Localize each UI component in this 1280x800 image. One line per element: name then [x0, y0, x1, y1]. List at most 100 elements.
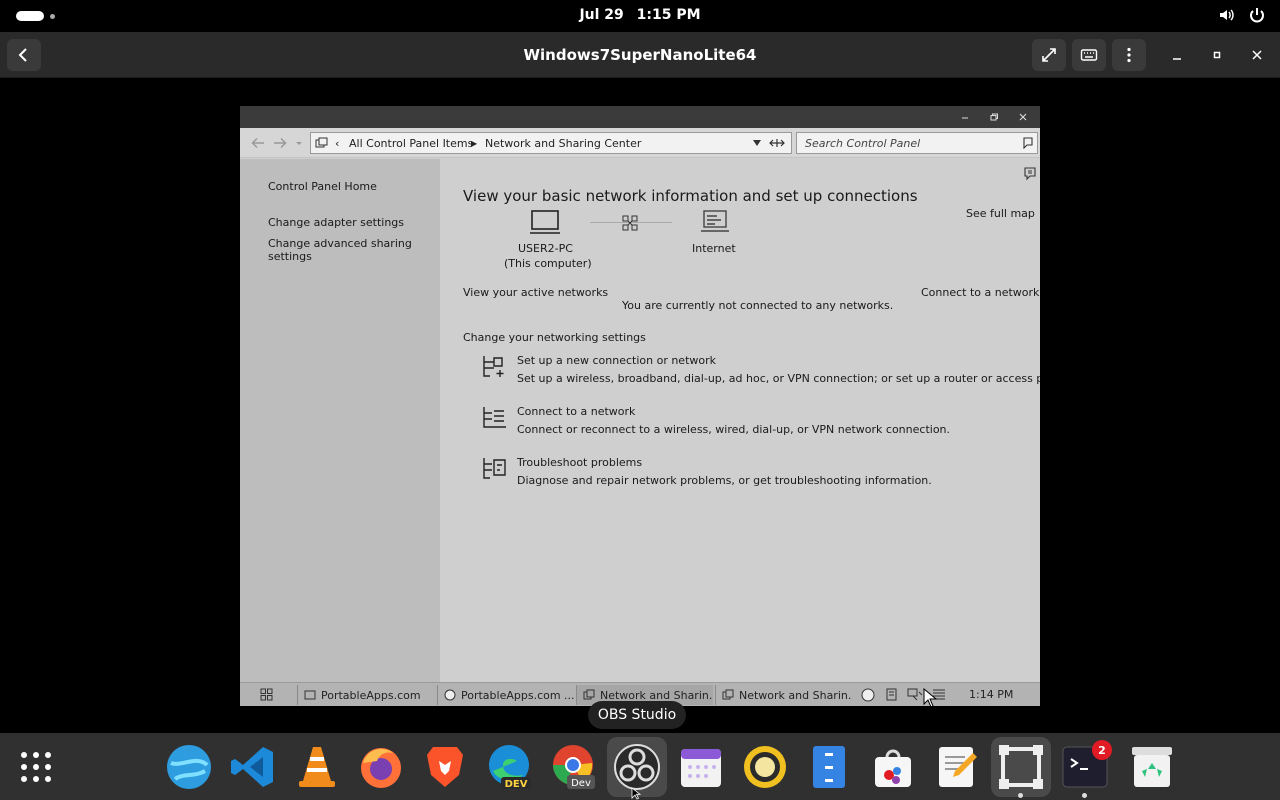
search-input[interactable]: [805, 136, 1015, 150]
control-panel-icon: [583, 689, 595, 700]
close-icon: [1019, 113, 1027, 121]
menu-button[interactable]: [1112, 39, 1146, 71]
dock-app-obs-studio[interactable]: [613, 743, 661, 791]
internet-label: Internet: [692, 242, 736, 255]
address-dropdown-icon[interactable]: [753, 140, 761, 146]
obs-icon: [614, 744, 660, 790]
keyboard-icon: [1080, 49, 1098, 61]
tray-app-icon[interactable]: [861, 688, 875, 702]
dock-app-edge-dev[interactable]: DEV: [485, 743, 533, 791]
explorer-sidebar: Control Panel Home Change adapter settin…: [240, 159, 440, 682]
taskbar-item-label: PortableApps.com ...: [461, 688, 574, 702]
breadcrumb-all-items[interactable]: All Control Panel Items: [349, 137, 473, 150]
speaker-icon: [744, 746, 786, 788]
maximize-icon: [1213, 51, 1221, 59]
vm-screen[interactable]: ‹ All Control Panel Items ▶ Network and …: [240, 106, 1040, 706]
task-setup-connection-link[interactable]: Set up a new connection or network: [517, 354, 716, 367]
dock-app-chrome-dev[interactable]: Dev: [549, 743, 597, 791]
sidebar-link-adapter-settings[interactable]: Change adapter settings: [268, 216, 404, 229]
svg-text:Dev: Dev: [571, 778, 591, 789]
search-icon[interactable]: [1021, 137, 1033, 149]
breadcrumb-network-center[interactable]: Network and Sharing Center: [485, 137, 641, 150]
computer-icon: [530, 210, 560, 234]
show-apps-button[interactable]: [12, 743, 60, 791]
top-bar: Jul 29 1:15 PM: [0, 0, 1280, 32]
fullscreen-button[interactable]: [1032, 39, 1066, 71]
taskbar-item-portableapps-2[interactable]: PortableApps.com ...: [437, 685, 574, 705]
running-indicator: [1082, 793, 1087, 798]
new-connection-icon: [483, 356, 504, 377]
calendar-icon: [681, 749, 721, 787]
keyboard-button[interactable]: [1072, 39, 1106, 71]
minimize-button[interactable]: [1167, 46, 1187, 64]
forward-arrow-icon[interactable]: [273, 137, 287, 149]
connect-to-network-link[interactable]: Connect to a network: [921, 286, 1039, 299]
window-icon: [304, 690, 316, 700]
connect-network-icon: [483, 407, 506, 428]
vm-restore-button[interactable]: [983, 109, 1005, 125]
back-arrow-icon[interactable]: [251, 137, 265, 149]
viewer-header: Windows7SuperNanoLite64: [0, 32, 1280, 78]
dock-app-boxes[interactable]: [997, 743, 1045, 791]
dock-app-vscode[interactable]: [229, 743, 277, 791]
dock-app-calendar[interactable]: [677, 743, 725, 791]
dock-app-vlc[interactable]: [293, 743, 341, 791]
vm-close-button[interactable]: [1012, 109, 1034, 125]
taskbar-item-label: PortableApps.com: [321, 688, 421, 702]
explorer-content: View your basic network information and …: [440, 159, 1040, 682]
control-panel-icon: [722, 689, 734, 700]
start-menu-icon[interactable]: [260, 688, 273, 701]
chrome-dev-icon: Dev: [553, 745, 595, 789]
help-icon[interactable]: [1024, 167, 1036, 181]
volume-icon[interactable]: [1218, 6, 1236, 24]
dock-app-files[interactable]: [805, 743, 853, 791]
power-icon[interactable]: [1248, 6, 1266, 24]
breadcrumb-chevron-icon: ▶: [471, 139, 478, 148]
file-cabinet-icon: [813, 746, 845, 788]
active-networks-label: View your active networks: [463, 286, 609, 299]
dock-app-firefox[interactable]: [357, 743, 405, 791]
explorer-titlebar: [240, 106, 1040, 128]
vm-taskbar-clock[interactable]: 1:14 PM: [969, 688, 1013, 701]
back-button[interactable]: [7, 39, 41, 71]
mouse-cursor-icon: [923, 688, 937, 706]
shopping-bag-icon: [875, 749, 911, 787]
portableapps-icon: [444, 689, 456, 701]
search-box[interactable]: [796, 132, 1038, 154]
computer-name: USER2-PC: [518, 242, 573, 255]
vscode-icon: [231, 747, 273, 787]
boxes-icon: [999, 745, 1043, 789]
dock-app-rhythmbox[interactable]: [741, 743, 789, 791]
see-full-map-link[interactable]: See full map: [966, 207, 1035, 220]
running-indicator: [1018, 793, 1023, 798]
vm-minimize-button[interactable]: [954, 109, 976, 125]
edge-dev-icon: DEV: [489, 745, 531, 790]
recent-dropdown-icon[interactable]: [295, 137, 303, 149]
globe-icon: [167, 745, 211, 789]
computer-subtitle: (This computer): [504, 257, 592, 270]
taskbar-item-network-center-2[interactable]: Network and Sharin...: [715, 685, 852, 705]
notepad-pencil-icon: [939, 747, 977, 787]
dock-app-trash[interactable]: [1128, 743, 1176, 791]
tray-document-icon[interactable]: [885, 688, 898, 701]
maximize-button[interactable]: [1207, 46, 1227, 64]
recycle-bin-icon: [1132, 747, 1172, 787]
dock-app-browser[interactable]: [165, 743, 213, 791]
internet-icon: [701, 210, 729, 232]
dock-app-software[interactable]: [869, 743, 917, 791]
taskbar-item-portableapps[interactable]: PortableApps.com: [297, 685, 434, 705]
restore-icon: [990, 113, 998, 121]
address-bar[interactable]: ‹ All Control Panel Items ▶ Network and …: [310, 132, 792, 154]
sidebar-link-control-panel-home[interactable]: Control Panel Home: [268, 180, 377, 193]
sidebar-link-advanced-sharing[interactable]: Change advanced sharing settings: [268, 237, 418, 263]
vlc-cone-icon: [299, 747, 335, 787]
task-troubleshoot-link[interactable]: Troubleshoot problems: [517, 456, 642, 469]
dock-app-text-editor[interactable]: [933, 743, 981, 791]
dock-app-brave[interactable]: [421, 743, 469, 791]
app-grid-icon: [21, 752, 51, 782]
task-connect-network-link[interactable]: Connect to a network: [517, 405, 635, 418]
clock[interactable]: Jul 29 1:15 PM: [0, 7, 1280, 23]
close-button[interactable]: [1247, 46, 1267, 64]
tray-network-icon[interactable]: [907, 688, 923, 701]
refresh-icon[interactable]: [769, 138, 785, 148]
